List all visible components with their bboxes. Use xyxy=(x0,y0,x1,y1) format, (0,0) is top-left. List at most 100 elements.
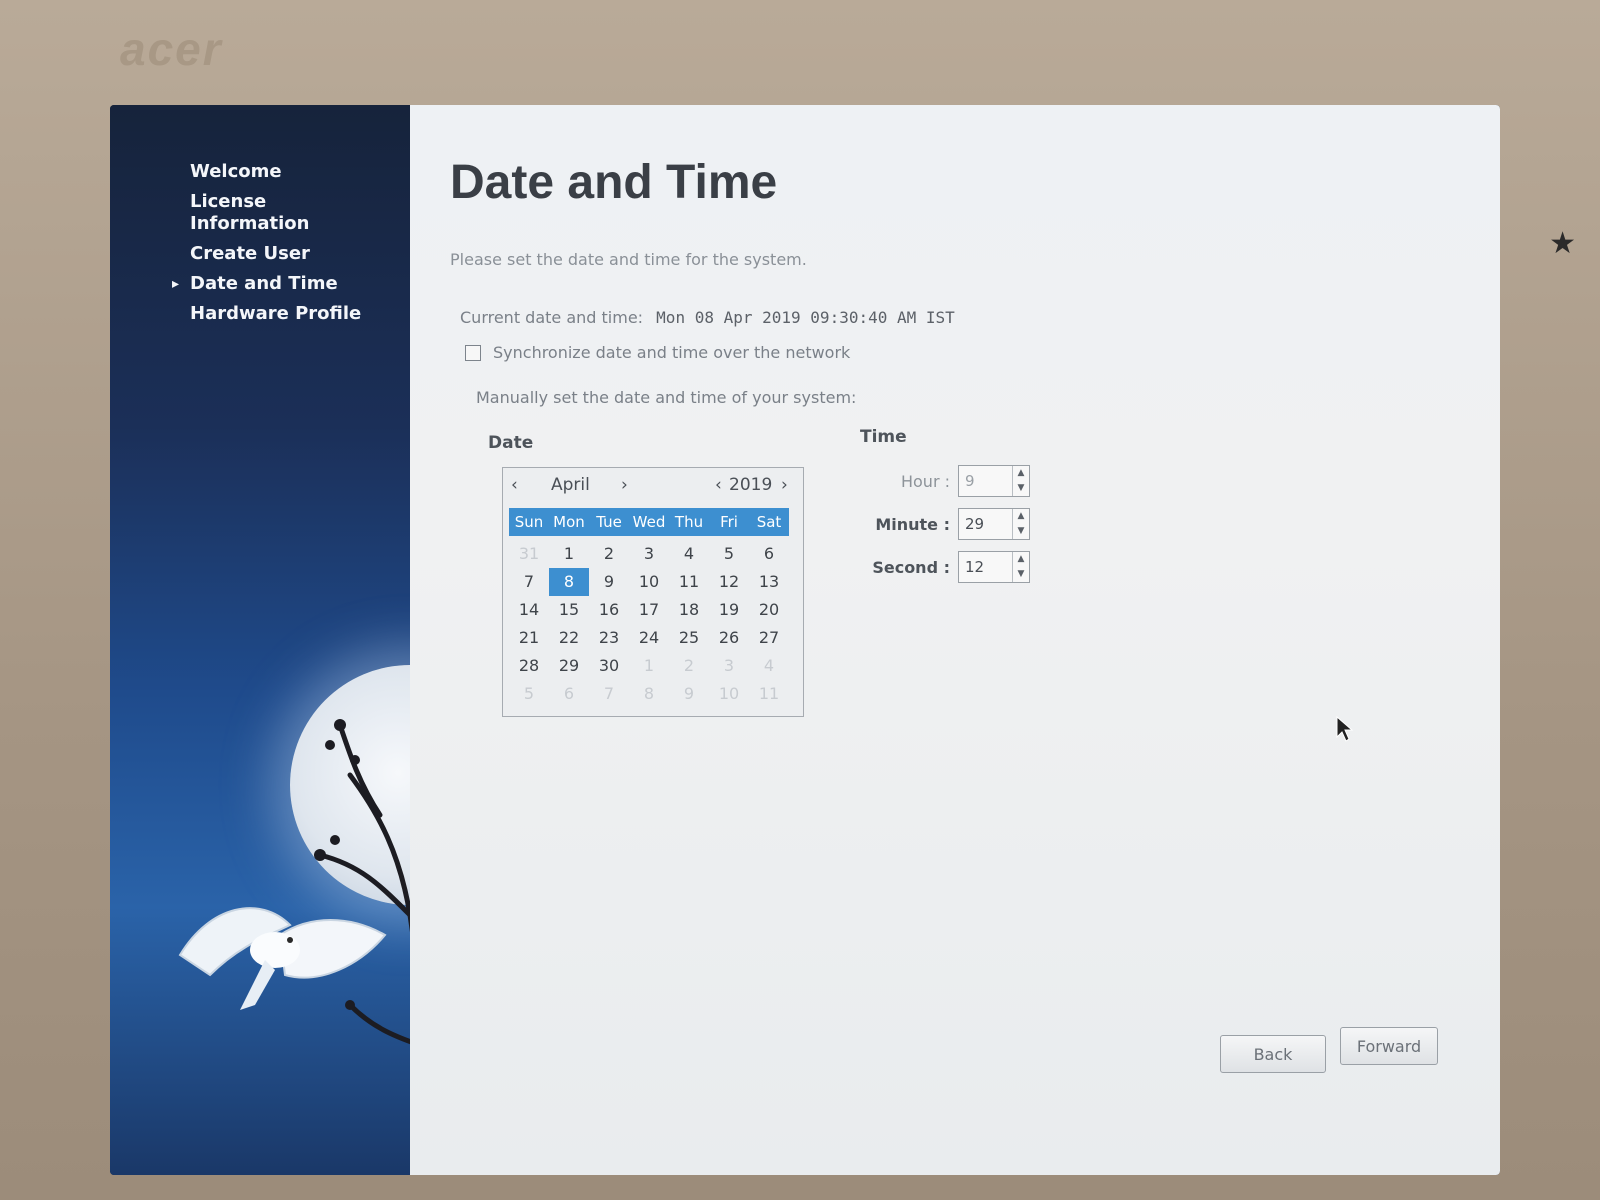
calendar-day[interactable]: 24 xyxy=(629,624,669,652)
next-year-button[interactable]: › xyxy=(781,475,788,495)
calendar-day[interactable]: 12 xyxy=(709,568,749,596)
calendar-day[interactable]: 10 xyxy=(629,568,669,596)
hour-down-icon[interactable]: ▼ xyxy=(1013,481,1029,496)
calendar-day[interactable]: 16 xyxy=(589,596,629,624)
minute-value[interactable]: 29 xyxy=(959,509,1012,539)
calendar-day[interactable]: 1 xyxy=(549,540,589,568)
calendar-day[interactable]: 11 xyxy=(749,680,789,708)
calendar-day[interactable]: 15 xyxy=(549,596,589,624)
calendar-day[interactable]: 29 xyxy=(549,652,589,680)
calendar-day[interactable]: 26 xyxy=(709,624,749,652)
weekday-header: Sat xyxy=(756,513,782,531)
back-button[interactable]: Back xyxy=(1220,1035,1326,1073)
calendar-day[interactable]: 10 xyxy=(709,680,749,708)
current-datetime: Current date and time: Mon 08 Apr 2019 0… xyxy=(460,308,955,327)
manual-set-label: Manually set the date and time of your s… xyxy=(476,388,857,407)
weekday-header: Thu xyxy=(674,513,704,531)
sidebar-nav: Welcome License Information Create User … xyxy=(172,161,420,333)
calendar-day[interactable]: 18 xyxy=(669,596,709,624)
sync-option[interactable]: Synchronize date and time over the netwo… xyxy=(465,343,850,362)
calendar-day[interactable]: 4 xyxy=(749,652,789,680)
calendar-day[interactable]: 6 xyxy=(549,680,589,708)
sidebar-item-license-information[interactable]: License Information xyxy=(190,191,320,235)
calendar-day[interactable]: 2 xyxy=(589,540,629,568)
second-spinner[interactable]: 12 ▲ ▼ xyxy=(958,551,1030,583)
calendar-day[interactable]: 13 xyxy=(749,568,789,596)
calendar-day[interactable]: 5 xyxy=(509,680,549,708)
calendar-day[interactable]: 20 xyxy=(749,596,789,624)
calendar-day[interactable]: 21 xyxy=(509,624,549,652)
page-subtitle: Please set the date and time for the sys… xyxy=(450,250,807,269)
calendar-day[interactable]: 3 xyxy=(709,652,749,680)
prev-month-button[interactable]: ‹ xyxy=(511,475,518,495)
sidebar-item-create-user[interactable]: Create User xyxy=(190,243,420,265)
calendar-day[interactable]: 22 xyxy=(549,624,589,652)
hour-spinner[interactable]: 9 ▲ ▼ xyxy=(958,465,1030,497)
monitor-screen: Welcome License Information Create User … xyxy=(110,105,1500,1175)
prev-year-button[interactable]: ‹ xyxy=(715,475,722,495)
page-title: Date and Time xyxy=(450,156,778,209)
minute-label: Minute : xyxy=(875,514,950,534)
sticker-star-icon: ★ xyxy=(1549,226,1576,261)
calendar-day[interactable]: 6 xyxy=(749,540,789,568)
calendar-day[interactable]: 17 xyxy=(629,596,669,624)
hour-label: Hour : xyxy=(900,471,950,491)
mouse-pointer-icon xyxy=(1336,715,1354,742)
sidebar-item-date-and-time[interactable]: Date and Time xyxy=(172,273,420,295)
calendar-day[interactable]: 7 xyxy=(509,568,549,596)
white-bird-illustration xyxy=(178,907,387,1010)
weekday-header: Tue xyxy=(596,513,622,531)
calendar-day[interactable]: 31 xyxy=(509,540,549,568)
calendar-day[interactable]: 8 xyxy=(549,568,589,596)
forward-button[interactable]: Forward xyxy=(1340,1027,1438,1065)
calendar-day[interactable]: 11 xyxy=(669,568,709,596)
second-value[interactable]: 12 xyxy=(959,552,1012,582)
current-datetime-value: Mon 08 Apr 2019 09:30:40 AM IST xyxy=(656,308,955,327)
minute-up-icon[interactable]: ▲ xyxy=(1013,509,1029,524)
calendar: ‹ April › ‹ 2019 › Sun Mon Tue Wed Thu Fri Sat… xyxy=(502,467,804,717)
weekday-header: Mon xyxy=(553,513,585,531)
sidebar-item-hardware-profile[interactable]: Hardware Profile xyxy=(190,303,420,325)
calendar-day[interactable]: 27 xyxy=(749,624,789,652)
calendar-day[interactable]: 3 xyxy=(629,540,669,568)
sync-checkbox[interactable] xyxy=(465,344,481,361)
calendar-day-grid: 31 1 2 3 4 5 6 7 8 9 10 11 12 13 14 15 16 17 18 19 20 21 22 23 2… xyxy=(509,540,789,708)
hour-up-icon[interactable]: ▲ xyxy=(1013,466,1029,481)
sidebar: Welcome License Information Create User … xyxy=(110,105,430,1175)
calendar-header: ‹ April › ‹ 2019 › xyxy=(503,468,803,502)
calendar-day[interactable]: 1 xyxy=(629,652,669,680)
month-label: April xyxy=(551,475,590,495)
minute-spinner[interactable]: 29 ▲ ▼ xyxy=(958,508,1030,540)
calendar-day[interactable]: 14 xyxy=(509,596,549,624)
hour-value[interactable]: 9 xyxy=(959,466,1012,496)
calendar-day[interactable]: 5 xyxy=(709,540,749,568)
calendar-day[interactable]: 9 xyxy=(669,680,709,708)
acer-logo: acer xyxy=(120,23,223,75)
hour-row: Hour : 9 ▲ ▼ xyxy=(860,465,1030,497)
calendar-day[interactable]: 19 xyxy=(709,596,749,624)
current-datetime-label: Current date and time: xyxy=(460,308,644,327)
calendar-day[interactable]: 30 xyxy=(589,652,629,680)
calendar-day[interactable]: 2 xyxy=(669,652,709,680)
calendar-day[interactable]: 25 xyxy=(669,624,709,652)
second-down-icon[interactable]: ▼ xyxy=(1013,567,1029,582)
weekday-header: Fri xyxy=(720,513,738,531)
next-month-button[interactable]: › xyxy=(621,475,628,495)
main-content: Date and Time Please set the date and ti… xyxy=(410,105,1500,1175)
calendar-day[interactable]: 4 xyxy=(669,540,709,568)
minute-row: Minute : 29 ▲ ▼ xyxy=(860,508,1030,540)
second-up-icon[interactable]: ▲ xyxy=(1013,552,1029,567)
calendar-day[interactable]: 8 xyxy=(629,680,669,708)
minute-down-icon[interactable]: ▼ xyxy=(1013,524,1029,539)
sidebar-item-welcome[interactable]: Welcome xyxy=(190,161,420,183)
second-row: Second : 12 ▲ ▼ xyxy=(860,551,1030,583)
calendar-day[interactable]: 28 xyxy=(509,652,549,680)
second-label: Second : xyxy=(872,557,950,577)
calendar-day[interactable]: 7 xyxy=(589,680,629,708)
weekday-header: Wed xyxy=(632,513,666,531)
date-section-label: Date xyxy=(488,433,534,453)
time-section-label: Time xyxy=(860,427,907,447)
calendar-day[interactable]: 9 xyxy=(589,568,629,596)
weekday-header: Sun xyxy=(514,513,544,531)
calendar-day[interactable]: 23 xyxy=(589,624,629,652)
